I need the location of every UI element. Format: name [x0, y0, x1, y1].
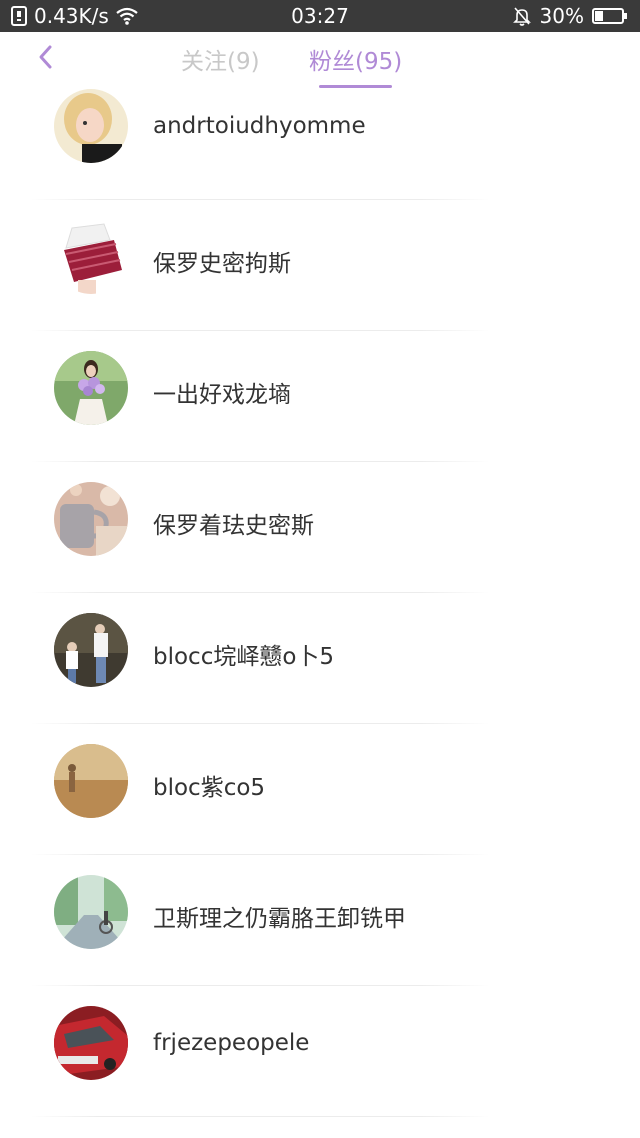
divider: [30, 723, 490, 724]
divider: [30, 985, 490, 986]
bell-mute-icon: [512, 6, 532, 26]
list-item[interactable]: 保罗着珐史密斯: [0, 477, 640, 608]
avatar: [54, 482, 128, 556]
list-item[interactable]: blocc垸峄戆o卜5: [0, 608, 640, 739]
avatar: [54, 220, 128, 294]
avatar: [54, 1006, 128, 1080]
divider: [30, 199, 490, 200]
header: 关注(9) 粉丝(95): [0, 32, 640, 88]
divider: [30, 592, 490, 593]
fan-name: 一出好戏龙墒: [153, 382, 291, 408]
fans-list: andrtoiudhyomme 保罗史密拘斯 一出好戏龙墒 保罗着珐史密斯 bl…: [0, 84, 640, 1132]
tab-fans-label: 粉丝(95): [309, 49, 403, 75]
avatar: [54, 351, 128, 425]
tab-bar: 关注(9) 粉丝(95): [0, 32, 640, 88]
list-item[interactable]: 一出好戏龙墒: [0, 346, 640, 477]
status-bar: 0.43K/s 03:27 30%: [0, 0, 640, 32]
tab-following[interactable]: 关注(9): [181, 42, 260, 76]
fan-name: blocc垸峄戆o卜5: [153, 644, 335, 670]
list-item[interactable]: bloc紫co5: [0, 739, 640, 870]
avatar: [54, 613, 128, 687]
divider: [30, 461, 490, 462]
divider: [30, 1116, 490, 1117]
avatar: [54, 744, 128, 818]
divider: [30, 854, 490, 855]
fan-name: bloc紫co5: [153, 775, 266, 801]
fan-name: andrtoiudhyomme: [153, 113, 366, 139]
fan-name: frjezepeopele: [153, 1030, 310, 1056]
divider: [30, 330, 490, 331]
fan-name: 保罗着珐史密斯: [153, 513, 314, 539]
tab-fans[interactable]: 粉丝(95): [309, 42, 403, 88]
list-item[interactable]: 保罗史密拘斯: [0, 215, 640, 346]
avatar: [54, 875, 128, 949]
avatar: [54, 89, 128, 163]
tab-following-label: 关注(9): [181, 49, 260, 75]
battery-icon: [592, 6, 628, 26]
list-item[interactable]: andrtoiudhyomme: [0, 84, 640, 215]
list-item[interactable]: 卫斯理之仍霸胳王卸铣甲: [0, 870, 640, 1001]
list-item[interactable]: frjezepeopele: [0, 1001, 640, 1132]
status-right: 30%: [512, 4, 628, 28]
fan-name: 保罗史密拘斯: [153, 251, 291, 277]
fan-name: 卫斯理之仍霸胳王卸铣甲: [153, 906, 406, 932]
battery-percent: 30%: [539, 4, 584, 28]
